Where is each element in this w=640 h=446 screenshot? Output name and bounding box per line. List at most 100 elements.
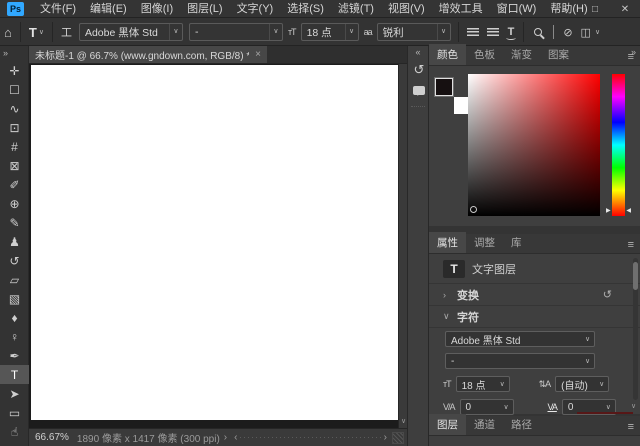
gradient-tool[interactable]: ▧ xyxy=(0,289,29,308)
canvas[interactable] xyxy=(31,65,398,420)
panel-toggle-icon[interactable]: ◫ xyxy=(577,26,595,39)
chevron-down-icon[interactable]: ∨ xyxy=(595,380,608,388)
frame-tool[interactable]: ⊠ xyxy=(0,156,29,175)
collapse-dock-icon[interactable]: » xyxy=(631,47,636,57)
kerning-select[interactable]: 0 ∨ xyxy=(460,399,514,415)
spot-healing-brush-tool[interactable]: ⊕ xyxy=(0,194,29,213)
chevron-down-icon[interactable]: ∨ xyxy=(500,403,513,411)
menu-plugins[interactable]: 增效工具 xyxy=(432,0,490,18)
crop-tool[interactable]: # xyxy=(0,137,29,156)
menu-image[interactable]: 图像(I) xyxy=(134,0,180,18)
type-tool[interactable]: T xyxy=(0,365,29,384)
font-family-select[interactable]: Adobe 黑体 Std ∨ xyxy=(79,23,183,41)
tab-swatches[interactable]: 色板 xyxy=(466,44,503,65)
document-tab[interactable]: 未标题-1 @ 66.7% (www.gndown.com, RGB/8) * … xyxy=(29,46,267,63)
font-style-select[interactable]: - ∨ xyxy=(189,23,283,41)
menu-layer[interactable]: 图层(L) xyxy=(180,0,229,18)
scroll-left-icon[interactable]: ‹ xyxy=(231,432,240,443)
search-icon[interactable] xyxy=(534,28,542,36)
character-section-header[interactable]: ∨ 字符 xyxy=(429,306,640,328)
path-selection-tool[interactable]: ➤ xyxy=(0,384,29,403)
blur-tool[interactable]: ♦ xyxy=(0,308,29,327)
minimize-icon[interactable]: – xyxy=(558,4,572,15)
char-font-family-select[interactable]: Adobe 黑体 Std ∨ xyxy=(445,331,595,347)
vertical-scrollbar[interactable]: ∨ xyxy=(398,64,407,428)
cancel-circle-icon[interactable]: ⊘ xyxy=(559,26,576,39)
comments-panel-icon[interactable] xyxy=(408,80,430,100)
foreground-color-swatch[interactable] xyxy=(435,78,453,96)
chevron-down-icon[interactable]: ∨ xyxy=(269,24,282,40)
history-brush-tool[interactable]: ↺ xyxy=(0,251,29,270)
font-size-select[interactable]: 18 点 ∨ xyxy=(301,23,359,41)
tab-adjustments[interactable]: 调整 xyxy=(466,232,503,253)
expand-panels-icon[interactable]: « xyxy=(408,46,428,60)
move-tool[interactable]: ✛ xyxy=(0,61,29,80)
chevron-down-icon[interactable]: ∨ xyxy=(169,24,182,40)
hand-tool[interactable]: ☝ xyxy=(0,422,29,441)
rectangular-marquee-tool[interactable]: ☐ xyxy=(0,80,29,99)
tab-properties[interactable]: 属性 xyxy=(429,232,466,253)
clone-stamp-tool[interactable]: ♟ xyxy=(0,232,29,251)
panel-menu-icon[interactable]: ≡ xyxy=(628,239,634,251)
eyedropper-tool[interactable]: ✐ xyxy=(0,175,29,194)
scrollbar-thumb[interactable] xyxy=(633,262,638,290)
tab-close-icon[interactable]: × xyxy=(255,49,261,60)
pen-tool[interactable]: ✒ xyxy=(0,346,29,365)
saturation-brightness-field[interactable] xyxy=(468,74,600,216)
color-selector-ring[interactable] xyxy=(470,206,477,213)
chevron-down-icon[interactable]: ∨ xyxy=(581,357,594,365)
align-left-icon[interactable] xyxy=(467,28,479,37)
properties-scrollbar[interactable]: ∨ xyxy=(633,258,638,400)
menu-view[interactable]: 视图(V) xyxy=(381,0,432,18)
toolbar-expand-icon[interactable]: » xyxy=(0,46,28,61)
transform-section-header[interactable]: › 变换 ↺ xyxy=(429,284,640,306)
close-icon[interactable]: ✕ xyxy=(618,4,632,15)
char-size-select[interactable]: 18 点 ∨ xyxy=(456,376,510,392)
tab-channels[interactable]: 通道 xyxy=(466,414,503,435)
text-orientation-icon[interactable]: 工 xyxy=(57,24,76,40)
resize-gripper[interactable] xyxy=(392,432,404,444)
hue-slider[interactable]: ▶ ◀ xyxy=(612,74,625,216)
chevron-down-icon[interactable]: ∨ xyxy=(345,24,358,40)
tab-gradients[interactable]: 渐变 xyxy=(503,44,540,65)
panel-menu-icon[interactable]: ≡ xyxy=(628,421,634,433)
menu-type[interactable]: 文字(Y) xyxy=(230,0,281,18)
eraser-tool[interactable]: ▱ xyxy=(0,270,29,289)
anti-alias-select[interactable]: 锐利 ∨ xyxy=(377,23,451,41)
scrollbar-track[interactable] xyxy=(240,437,380,438)
menu-window[interactable]: 窗口(W) xyxy=(490,0,544,18)
menu-filter[interactable]: 滤镜(T) xyxy=(331,0,381,18)
dodge-tool[interactable]: ♀ xyxy=(0,327,29,346)
chevron-down-icon[interactable]: ∨ xyxy=(595,28,600,36)
history-panel-icon[interactable]: ↺ xyxy=(408,60,430,80)
chevron-down-icon[interactable]: ∨ xyxy=(437,24,450,40)
tab-libraries[interactable]: 库 xyxy=(503,232,530,253)
rectangle-tool[interactable]: ▭ xyxy=(0,403,29,422)
chevron-down-icon[interactable]: ∨ xyxy=(581,335,594,343)
leading-select[interactable]: (自动) ∨ xyxy=(555,376,609,392)
menu-file[interactable]: 文件(F) xyxy=(33,0,83,18)
menu-edit[interactable]: 编辑(E) xyxy=(83,0,134,18)
horizontal-scrollbar[interactable]: ‹ › xyxy=(231,429,390,446)
chevron-down-icon[interactable]: ∨ xyxy=(496,380,509,388)
brush-tool[interactable]: ✎ xyxy=(0,213,29,232)
tab-patterns[interactable]: 图案 xyxy=(540,44,577,65)
align-center-icon[interactable] xyxy=(487,28,499,37)
char-font-style-select[interactable]: - ∨ xyxy=(445,353,595,369)
scroll-right-icon[interactable]: › xyxy=(381,432,390,443)
menu-select[interactable]: 选择(S) xyxy=(280,0,331,18)
warp-text-icon[interactable]: T xyxy=(508,26,515,38)
lasso-tool[interactable]: ∿ xyxy=(0,99,29,118)
zoom-level[interactable]: 66.67% xyxy=(35,432,69,443)
tab-layers[interactable]: 图层 xyxy=(429,414,466,435)
home-icon[interactable]: ⌂ xyxy=(0,25,16,40)
tab-color[interactable]: 颜色 xyxy=(429,44,466,65)
reset-transform-icon[interactable]: ↺ xyxy=(603,288,612,301)
object-selection-tool[interactable]: ⊡ xyxy=(0,118,29,137)
status-chevron-icon[interactable]: › xyxy=(224,432,227,443)
maximize-icon[interactable]: □ xyxy=(588,4,602,15)
tab-paths[interactable]: 路径 xyxy=(503,414,540,435)
type-tool-preset[interactable]: T ∨ xyxy=(25,25,48,40)
scroll-down-icon[interactable]: ∨ xyxy=(631,402,636,410)
chevron-down-icon[interactable]: ∨ xyxy=(602,403,615,411)
